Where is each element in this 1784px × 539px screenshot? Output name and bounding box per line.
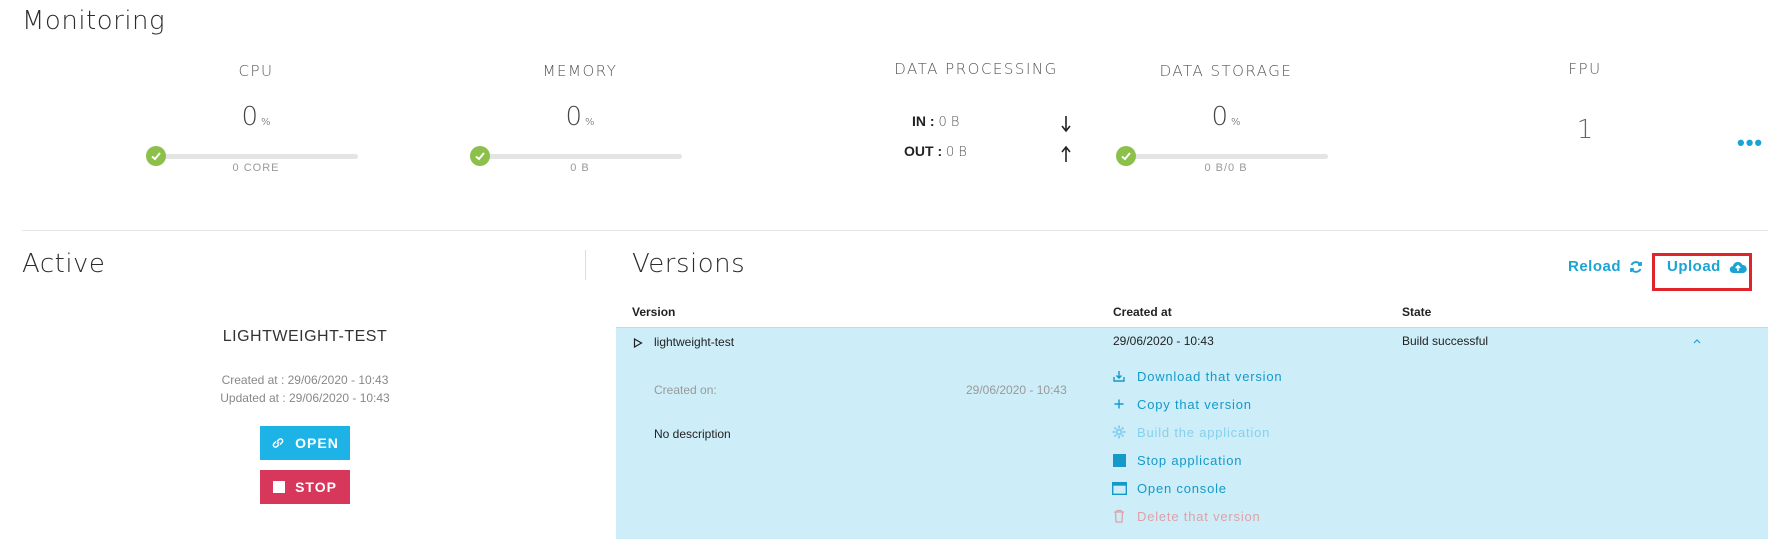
column-header-created-at[interactable]: Created at — [1113, 305, 1172, 319]
open-console-action[interactable]: Open console — [1111, 480, 1227, 496]
version-name[interactable]: lightweight-test — [654, 335, 734, 349]
active-title: Active — [22, 249, 106, 279]
data-storage-title: DATA STORAGE — [1159, 62, 1293, 80]
column-header-state[interactable]: State — [1402, 305, 1431, 319]
copy-version-action[interactable]: Copy that version — [1111, 396, 1252, 412]
cpu-value: 0% — [241, 102, 271, 132]
plus-icon — [1111, 396, 1127, 412]
arrow-down-icon — [1060, 115, 1072, 138]
memory-value: 0% — [565, 102, 595, 132]
arrow-up-icon — [1060, 145, 1072, 168]
fpu-title: FPU — [1568, 60, 1602, 78]
download-icon — [1111, 368, 1127, 384]
trash-icon — [1111, 508, 1127, 524]
active-app-name: LIGHTWEIGHT-TEST — [222, 328, 388, 345]
memory-sub: 0 B — [570, 162, 590, 174]
more-options-icon[interactable]: ••• — [1737, 132, 1763, 154]
data-storage-sub: 0 B/0 B — [1204, 162, 1248, 174]
stop-square-icon — [273, 481, 286, 493]
monitoring-title: Monitoring — [22, 6, 166, 36]
data-storage-value: 0% — [1211, 102, 1241, 132]
memory-metric: MEMORY 0% 0 B — [450, 62, 710, 174]
delete-version-action[interactable]: Delete that version — [1111, 508, 1261, 524]
versions-title: Versions — [632, 249, 746, 279]
reload-button[interactable]: Reload — [1568, 258, 1643, 275]
column-header-version[interactable]: Version — [632, 305, 675, 319]
window-icon — [1111, 480, 1127, 496]
active-created: Created at : 29/06/2020 - 10:43 — [221, 373, 389, 387]
link-icon — [271, 436, 285, 450]
gear-icon — [1111, 424, 1127, 440]
data-out: OUT : 0 B — [904, 143, 967, 160]
version-description: No description — [654, 427, 731, 441]
play-triangle-icon[interactable] — [633, 335, 643, 353]
cpu-title: CPU — [238, 62, 274, 80]
fpu-value: 1 — [1576, 115, 1594, 145]
cpu-metric: CPU 0% 0 CORE — [126, 62, 386, 174]
cpu-sub: 0 CORE — [232, 162, 280, 174]
created-on-value: 29/06/2020 - 10:43 — [966, 383, 1067, 397]
column-divider — [585, 250, 586, 280]
data-storage-metric: DATA STORAGE 0% 0 B/0 B — [1096, 62, 1356, 174]
cloud-upload-icon — [1729, 260, 1747, 274]
data-in: IN : 0 B — [912, 113, 960, 130]
stop-button[interactable]: STOP — [260, 470, 350, 504]
section-divider — [22, 230, 1768, 231]
version-state: Build successful — [1402, 334, 1489, 348]
open-button[interactable]: OPEN — [260, 426, 350, 460]
stop-square-icon — [1111, 452, 1127, 468]
memory-title: MEMORY — [542, 62, 618, 80]
created-on-label: Created on: — [654, 383, 717, 397]
refresh-icon — [1629, 260, 1643, 274]
version-created-at: 29/06/2020 - 10:43 — [1113, 334, 1214, 348]
active-updated: Updated at : 29/06/2020 - 10:43 — [220, 391, 390, 405]
data-processing-title: DATA PROCESSING — [894, 60, 1058, 78]
download-version-action[interactable]: Download that version — [1111, 368, 1282, 384]
build-application-action[interactable]: Build the application — [1111, 424, 1270, 440]
stop-application-action[interactable]: Stop application — [1111, 452, 1242, 468]
upload-button[interactable]: Upload — [1667, 258, 1747, 275]
chevron-up-icon[interactable] — [1691, 333, 1703, 351]
